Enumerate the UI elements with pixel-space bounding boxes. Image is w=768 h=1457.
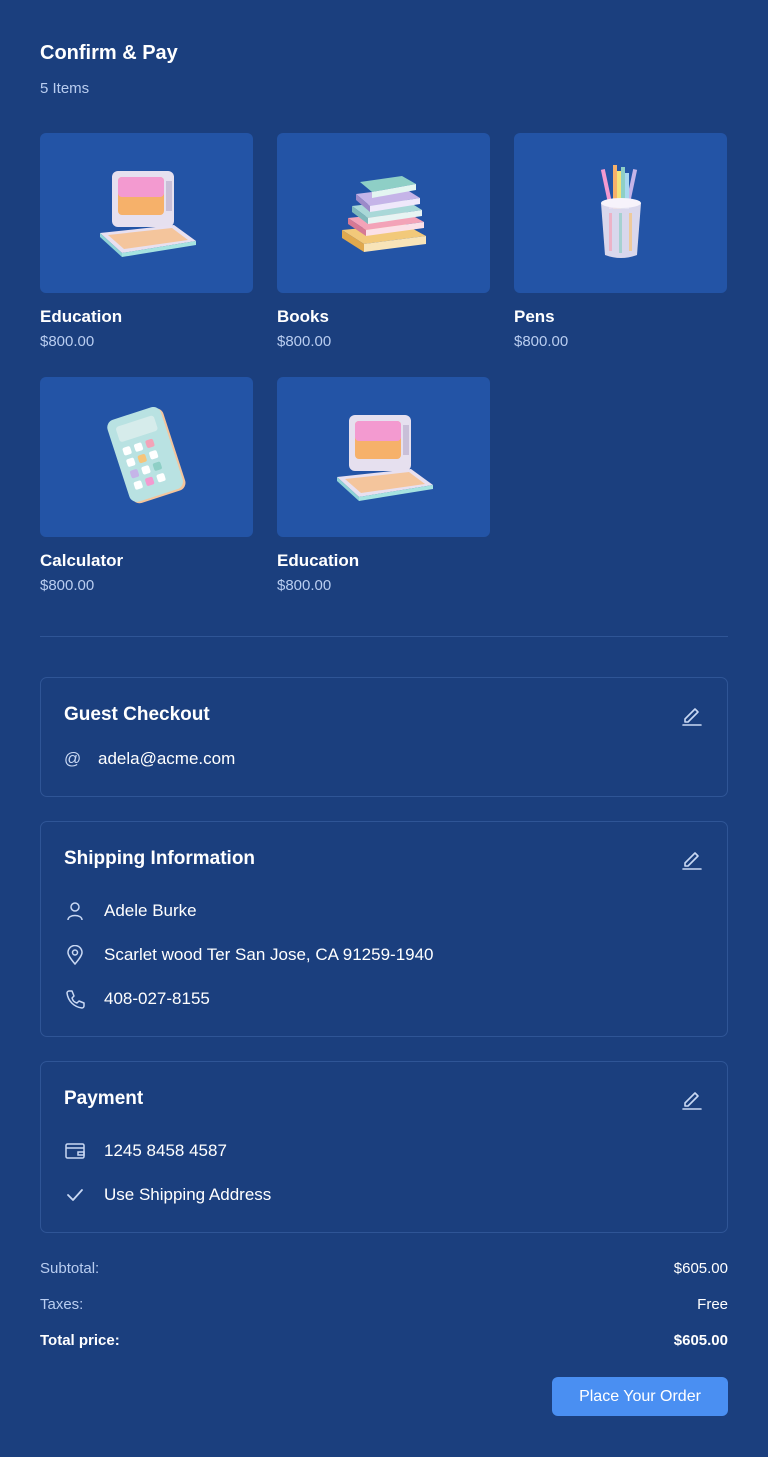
product-price: $800.00 — [40, 333, 95, 350]
checkmark-icon — [64, 1184, 86, 1206]
subtotal-row: Subtotal: $605.00 — [40, 1260, 728, 1277]
product-image — [277, 377, 490, 537]
email-row: @ adela@acme.com — [64, 749, 235, 769]
product-name: Pens — [514, 307, 555, 326]
product-price: $800.00 — [277, 577, 332, 594]
total-value: $605.00 — [673, 1332, 728, 1349]
edit-shipping-button[interactable] — [681, 848, 703, 870]
phone-icon — [64, 988, 86, 1010]
product-card[interactable]: Books $800.00 — [277, 133, 490, 350]
shipping-panel: Shipping Information Adele Burke Scarlet… — [40, 821, 728, 1037]
retro-computer-icon — [99, 171, 196, 257]
subtotal-value: $605.00 — [673, 1260, 728, 1277]
taxes-label: Taxes: — [40, 1296, 84, 1313]
page-title: Confirm & Pay — [40, 42, 178, 64]
card-row: 1245 8458 4587 — [64, 1140, 227, 1162]
product-image — [40, 377, 253, 537]
product-price: $800.00 — [277, 333, 332, 350]
shipping-name-row: Adele Burke — [64, 900, 197, 922]
taxes-row: Taxes: Free — [40, 1296, 728, 1313]
place-order-button[interactable]: Place Your Order — [552, 1377, 728, 1416]
user-icon — [64, 900, 86, 922]
item-count: 5 Items — [40, 80, 90, 97]
location-pin-icon — [64, 944, 86, 966]
product-card[interactable]: Calculator $800.00 — [40, 377, 253, 594]
product-name: Education — [277, 551, 360, 570]
panel-title: Shipping Information — [64, 848, 256, 869]
payment-panel: Payment 1245 8458 4587 Use Shipping Addr… — [40, 1061, 728, 1233]
product-image — [277, 133, 490, 293]
product-image — [514, 133, 727, 293]
product-image — [40, 133, 253, 293]
product-price: $800.00 — [40, 577, 95, 594]
card-number: 1245 8458 4587 — [104, 1141, 227, 1160]
product-card[interactable]: Pens $800.00 — [514, 133, 727, 350]
shipping-address-row: Scarlet wood Ter San Jose, CA 91259-1940 — [64, 944, 434, 966]
shipping-phone: 408-027-8155 — [104, 989, 210, 1008]
at-icon: @ — [64, 749, 82, 768]
taxes-value: Free — [697, 1296, 728, 1313]
wallet-icon — [64, 1140, 86, 1162]
billing-option: Use Shipping Address — [104, 1185, 272, 1204]
calculator-icon — [106, 407, 185, 504]
panel-title: Payment — [64, 1088, 144, 1109]
product-card[interactable]: Education $800.00 — [40, 133, 253, 350]
total-label: Total price: — [40, 1332, 120, 1349]
shipping-name: Adele Burke — [104, 901, 197, 920]
email-value: adela@acme.com — [98, 749, 236, 768]
pencil-icon — [682, 1092, 702, 1110]
pencil-icon — [682, 708, 702, 726]
edit-guest-button[interactable] — [681, 704, 703, 726]
billing-row: Use Shipping Address — [64, 1184, 271, 1206]
product-name: Education — [40, 307, 123, 326]
subtotal-label: Subtotal: — [40, 1260, 100, 1277]
book-stack-icon — [341, 176, 426, 252]
edit-payment-button[interactable] — [681, 1088, 703, 1110]
product-price: $800.00 — [514, 333, 569, 350]
divider — [40, 636, 728, 637]
retro-computer-icon — [336, 415, 433, 501]
guest-checkout-panel: Guest Checkout @ adela@acme.com — [40, 677, 728, 797]
total-row: Total price: $605.00 — [40, 1332, 728, 1349]
pencil-icon — [682, 852, 702, 870]
shipping-address: Scarlet wood Ter San Jose, CA 91259-1940 — [104, 945, 434, 964]
panel-title: Guest Checkout — [64, 704, 210, 725]
product-card[interactable]: Education $800.00 — [277, 377, 490, 594]
pencil-cup-icon — [600, 165, 641, 258]
product-name: Calculator — [40, 551, 124, 570]
shipping-phone-row: 408-027-8155 — [64, 988, 210, 1010]
product-name: Books — [277, 307, 329, 326]
